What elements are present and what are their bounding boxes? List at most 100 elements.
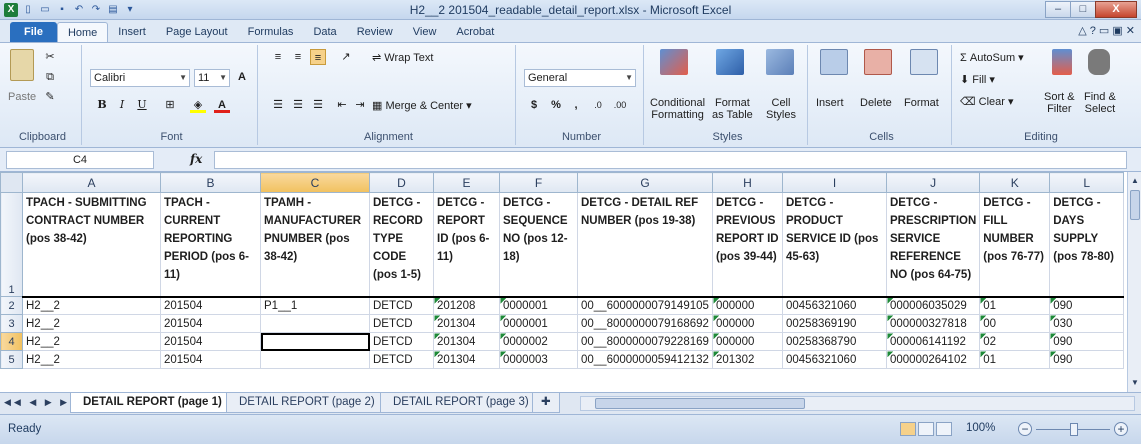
table-cell[interactable]: 0000003 — [499, 350, 578, 369]
paste-icon[interactable] — [10, 49, 34, 81]
scroll-up-icon[interactable]: ▲ — [1128, 174, 1141, 188]
minimize-button[interactable]: – — [1045, 1, 1071, 18]
header-cell[interactable]: TPAMH - MANUFACTURER PNUMBER (pos 38-42) — [260, 192, 370, 298]
tab-acrobat[interactable]: Acrobat — [446, 22, 504, 42]
table-cell[interactable]: 000006035029 — [885, 296, 981, 315]
fill-button[interactable]: ⬇ Fill ▾ — [960, 73, 995, 86]
header-cell[interactable]: DETCG - DETAIL REF NUMBER (pos 19-38) — [577, 192, 713, 298]
wrap-text-button[interactable]: ⇌ Wrap Text — [372, 51, 433, 64]
row-header[interactable]: 5 — [0, 350, 23, 369]
table-cell[interactable]: 201504 — [160, 332, 261, 351]
page-break-view-icon[interactable] — [936, 422, 952, 436]
table-cell[interactable]: DETCD — [369, 314, 434, 333]
column-header[interactable]: L — [1049, 172, 1125, 193]
maximize-button[interactable]: □ — [1070, 1, 1096, 18]
column-header[interactable]: C — [260, 172, 370, 193]
sheet-tab-1[interactable]: DETAIL REPORT (page 1) — [70, 393, 235, 413]
table-cell[interactable]: H2__2 — [22, 332, 161, 351]
bold-button[interactable]: B — [94, 97, 110, 113]
sheet-tab-2[interactable]: DETAIL REPORT (page 2) — [226, 393, 388, 413]
increase-indent-icon[interactable]: ⇥ — [352, 97, 368, 113]
scroll-thumb[interactable] — [1130, 190, 1140, 220]
zoom-in-icon[interactable]: + — [1114, 422, 1128, 436]
table-cell[interactable] — [260, 314, 370, 333]
column-header[interactable]: A — [22, 172, 161, 193]
table-cell[interactable]: 201304 — [433, 350, 500, 369]
insert-button[interactable]: Insert — [816, 97, 844, 109]
table-cell[interactable]: 00__8000000079228169 — [577, 332, 713, 351]
cell-styles-button[interactable]: Cell Styles — [766, 97, 796, 121]
merge-center-button[interactable]: ▦ Merge & Center ▾ — [372, 99, 472, 112]
clear-button[interactable]: ⌫ Clear ▾ — [960, 95, 1014, 108]
table-cell[interactable]: 01 — [979, 296, 1051, 315]
format-as-table-icon[interactable] — [716, 49, 744, 75]
new-sheet-icon[interactable]: ✚ — [532, 393, 560, 413]
table-cell[interactable]: 090 — [1049, 350, 1125, 369]
fill-color-icon[interactable]: ◈ — [190, 97, 206, 113]
table-cell[interactable]: 000000 — [712, 296, 783, 315]
tab-insert[interactable]: Insert — [108, 22, 156, 42]
tab-view[interactable]: View — [403, 22, 447, 42]
table-cell[interactable]: 0000002 — [499, 332, 578, 351]
page-layout-view-icon[interactable] — [918, 422, 934, 436]
insert-function-icon[interactable]: fx — [190, 152, 202, 166]
row-header[interactable]: 1 — [0, 192, 23, 297]
row-header[interactable]: 4 — [0, 332, 23, 351]
decrease-indent-icon[interactable]: ⇤ — [334, 97, 350, 113]
column-header[interactable]: K — [979, 172, 1051, 193]
table-cell[interactable]: 201304 — [433, 332, 500, 351]
horizontal-scrollbar[interactable] — [580, 396, 1135, 411]
row-header[interactable]: 2 — [0, 296, 23, 315]
table-cell[interactable]: 00258369190 — [782, 314, 887, 333]
percent-button[interactable]: % — [548, 97, 564, 113]
row-header[interactable]: 3 — [0, 314, 23, 333]
table-cell[interactable]: DETCD — [369, 332, 434, 351]
sheet-nav-icons[interactable]: ◀◀ ◀ ▶ ▶▶ — [4, 397, 80, 408]
table-cell[interactable]: 00__6000000059412132 — [577, 350, 713, 369]
column-header[interactable]: H — [712, 172, 783, 193]
find-select-button[interactable]: Find & Select — [1084, 91, 1116, 115]
autosum-button[interactable]: Σ AutoSum ▾ — [960, 51, 1024, 64]
table-cell[interactable] — [260, 332, 370, 351]
underline-button[interactable]: U — [134, 97, 150, 113]
scroll-down-icon[interactable]: ▼ — [1128, 376, 1141, 390]
table-cell[interactable]: 000006141192 — [885, 332, 981, 351]
table-cell[interactable]: H2__2 — [22, 296, 161, 315]
header-cell[interactable]: DETCG - PRODUCT SERVICE ID (pos 45-63) — [782, 192, 887, 298]
tab-home[interactable]: Home — [56, 22, 109, 42]
table-cell[interactable]: 090 — [1049, 296, 1125, 315]
format-cells-icon[interactable] — [910, 49, 938, 75]
table-cell[interactable]: 090 — [1049, 332, 1125, 351]
table-cell[interactable]: 000000264102 — [885, 350, 981, 369]
increase-decimal-icon[interactable]: .0 — [590, 97, 606, 113]
column-header[interactable]: G — [577, 172, 713, 193]
tab-formulas[interactable]: Formulas — [238, 22, 304, 42]
format-button[interactable]: Format — [904, 97, 939, 109]
paste-button[interactable]: Paste — [8, 91, 36, 103]
table-cell[interactable]: 000000 — [712, 314, 783, 333]
insert-cells-icon[interactable] — [820, 49, 848, 75]
align-middle-icon[interactable]: ≡ — [290, 49, 306, 65]
format-painter-icon[interactable]: ✎ — [42, 89, 58, 105]
table-cell[interactable]: 201504 — [160, 350, 261, 369]
sort-filter-button[interactable]: Sort & Filter — [1044, 91, 1075, 115]
cell-styles-icon[interactable] — [766, 49, 794, 75]
delete-button[interactable]: Delete — [860, 97, 892, 109]
select-all-corner[interactable] — [0, 172, 23, 193]
delete-cells-icon[interactable] — [864, 49, 892, 75]
table-cell[interactable]: 00__8000000079168692 — [577, 314, 713, 333]
zoom-level[interactable]: 100% — [966, 422, 995, 434]
table-cell[interactable]: 00456321060 — [782, 350, 887, 369]
column-header[interactable]: B — [160, 172, 261, 193]
table-cell[interactable]: DETCD — [369, 350, 434, 369]
table-cell[interactable]: 01 — [979, 350, 1051, 369]
tab-page-layout[interactable]: Page Layout — [156, 22, 238, 42]
conditional-formatting-button[interactable]: Conditional Formatting — [650, 97, 705, 121]
header-cell[interactable]: TPACH - SUBMITTING CONTRACT NUMBER (pos … — [22, 192, 161, 298]
table-cell[interactable]: 00258368790 — [782, 332, 887, 351]
table-cell[interactable]: 201302 — [712, 350, 783, 369]
font-name-combo[interactable]: Calibri ▼ — [90, 69, 190, 87]
header-cell[interactable]: DETCG - PRESCRIPTION SERVICE REFERENCE N… — [885, 192, 981, 298]
currency-button[interactable]: $ — [526, 97, 542, 113]
header-cell[interactable]: DETCG - SEQUENCE NO (pos 12-18) — [499, 192, 578, 298]
